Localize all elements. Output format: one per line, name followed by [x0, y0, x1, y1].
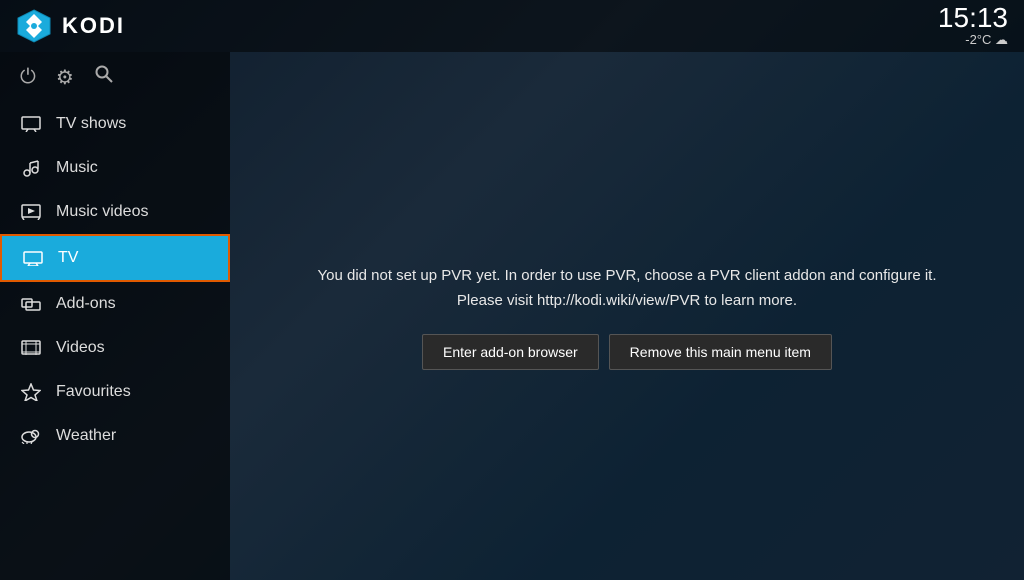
pvr-message-line2: Please visit http://kodi.wiki/view/PVR t…	[457, 292, 797, 309]
sidebar-item-tv-shows[interactable]: TV shows	[0, 102, 230, 146]
sidebar-item-tv[interactable]: TV	[0, 234, 230, 282]
tv-shows-icon	[20, 113, 42, 135]
weather-icon	[20, 425, 42, 447]
sidebar-item-add-ons[interactable]: Add-ons	[0, 282, 230, 326]
sidebar-label-music-videos: Music videos	[56, 203, 148, 221]
sidebar-item-music-videos[interactable]: Music videos	[0, 190, 230, 234]
remove-main-menu-item-button[interactable]: Remove this main menu item	[609, 334, 832, 370]
pvr-dialog: You did not set up PVR yet. In order to …	[318, 263, 937, 370]
logo-area: KODI	[16, 8, 125, 44]
kodi-logo-icon	[16, 8, 52, 44]
addons-icon	[20, 293, 42, 315]
tv-icon	[22, 247, 44, 269]
sidebar-label-music: Music	[56, 159, 98, 177]
sidebar-label-favourites: Favourites	[56, 383, 131, 401]
sidebar-item-weather[interactable]: Weather	[0, 414, 230, 458]
pvr-message: You did not set up PVR yet. In order to …	[318, 263, 937, 314]
videos-icon	[20, 337, 42, 359]
music-videos-icon	[20, 201, 42, 223]
search-icon	[94, 64, 114, 84]
enter-addon-browser-button[interactable]: Enter add-on browser	[422, 334, 599, 370]
main-layout: ⏻ ⚙ TV shows	[0, 52, 1024, 580]
sidebar-label-tv-shows: TV shows	[56, 115, 126, 133]
pvr-buttons: Enter add-on browser Remove this main me…	[318, 334, 937, 370]
favourites-icon	[20, 381, 42, 403]
sidebar-label-tv: TV	[58, 249, 78, 267]
sidebar-item-music[interactable]: Music	[0, 146, 230, 190]
clock-weather: -2°C ☁	[938, 32, 1008, 48]
sidebar-label-weather: Weather	[56, 427, 116, 445]
sidebar-label-videos: Videos	[56, 339, 105, 357]
sidebar-controls: ⏻ ⚙	[0, 56, 230, 102]
app-container: KODI 15:13 -2°C ☁ ⏻ ⚙	[0, 0, 1024, 580]
clock-time: 15:13	[938, 4, 1008, 32]
top-bar: KODI 15:13 -2°C ☁	[0, 0, 1024, 52]
clock-widget: 15:13 -2°C ☁	[938, 4, 1008, 48]
sidebar-item-videos[interactable]: Videos	[0, 326, 230, 370]
music-icon	[20, 157, 42, 179]
content-area: You did not set up PVR yet. In order to …	[230, 52, 1024, 580]
power-button[interactable]: ⏻	[20, 66, 36, 89]
sidebar-item-favourites[interactable]: Favourites	[0, 370, 230, 414]
search-button[interactable]	[94, 64, 114, 90]
app-title: KODI	[62, 13, 125, 39]
sidebar: ⏻ ⚙ TV shows	[0, 52, 230, 580]
sidebar-label-add-ons: Add-ons	[56, 295, 116, 313]
sidebar-menu: TV shows Music Music videos	[0, 102, 230, 580]
settings-button[interactable]: ⚙	[56, 65, 74, 90]
pvr-message-line1: You did not set up PVR yet. In order to …	[318, 267, 937, 284]
